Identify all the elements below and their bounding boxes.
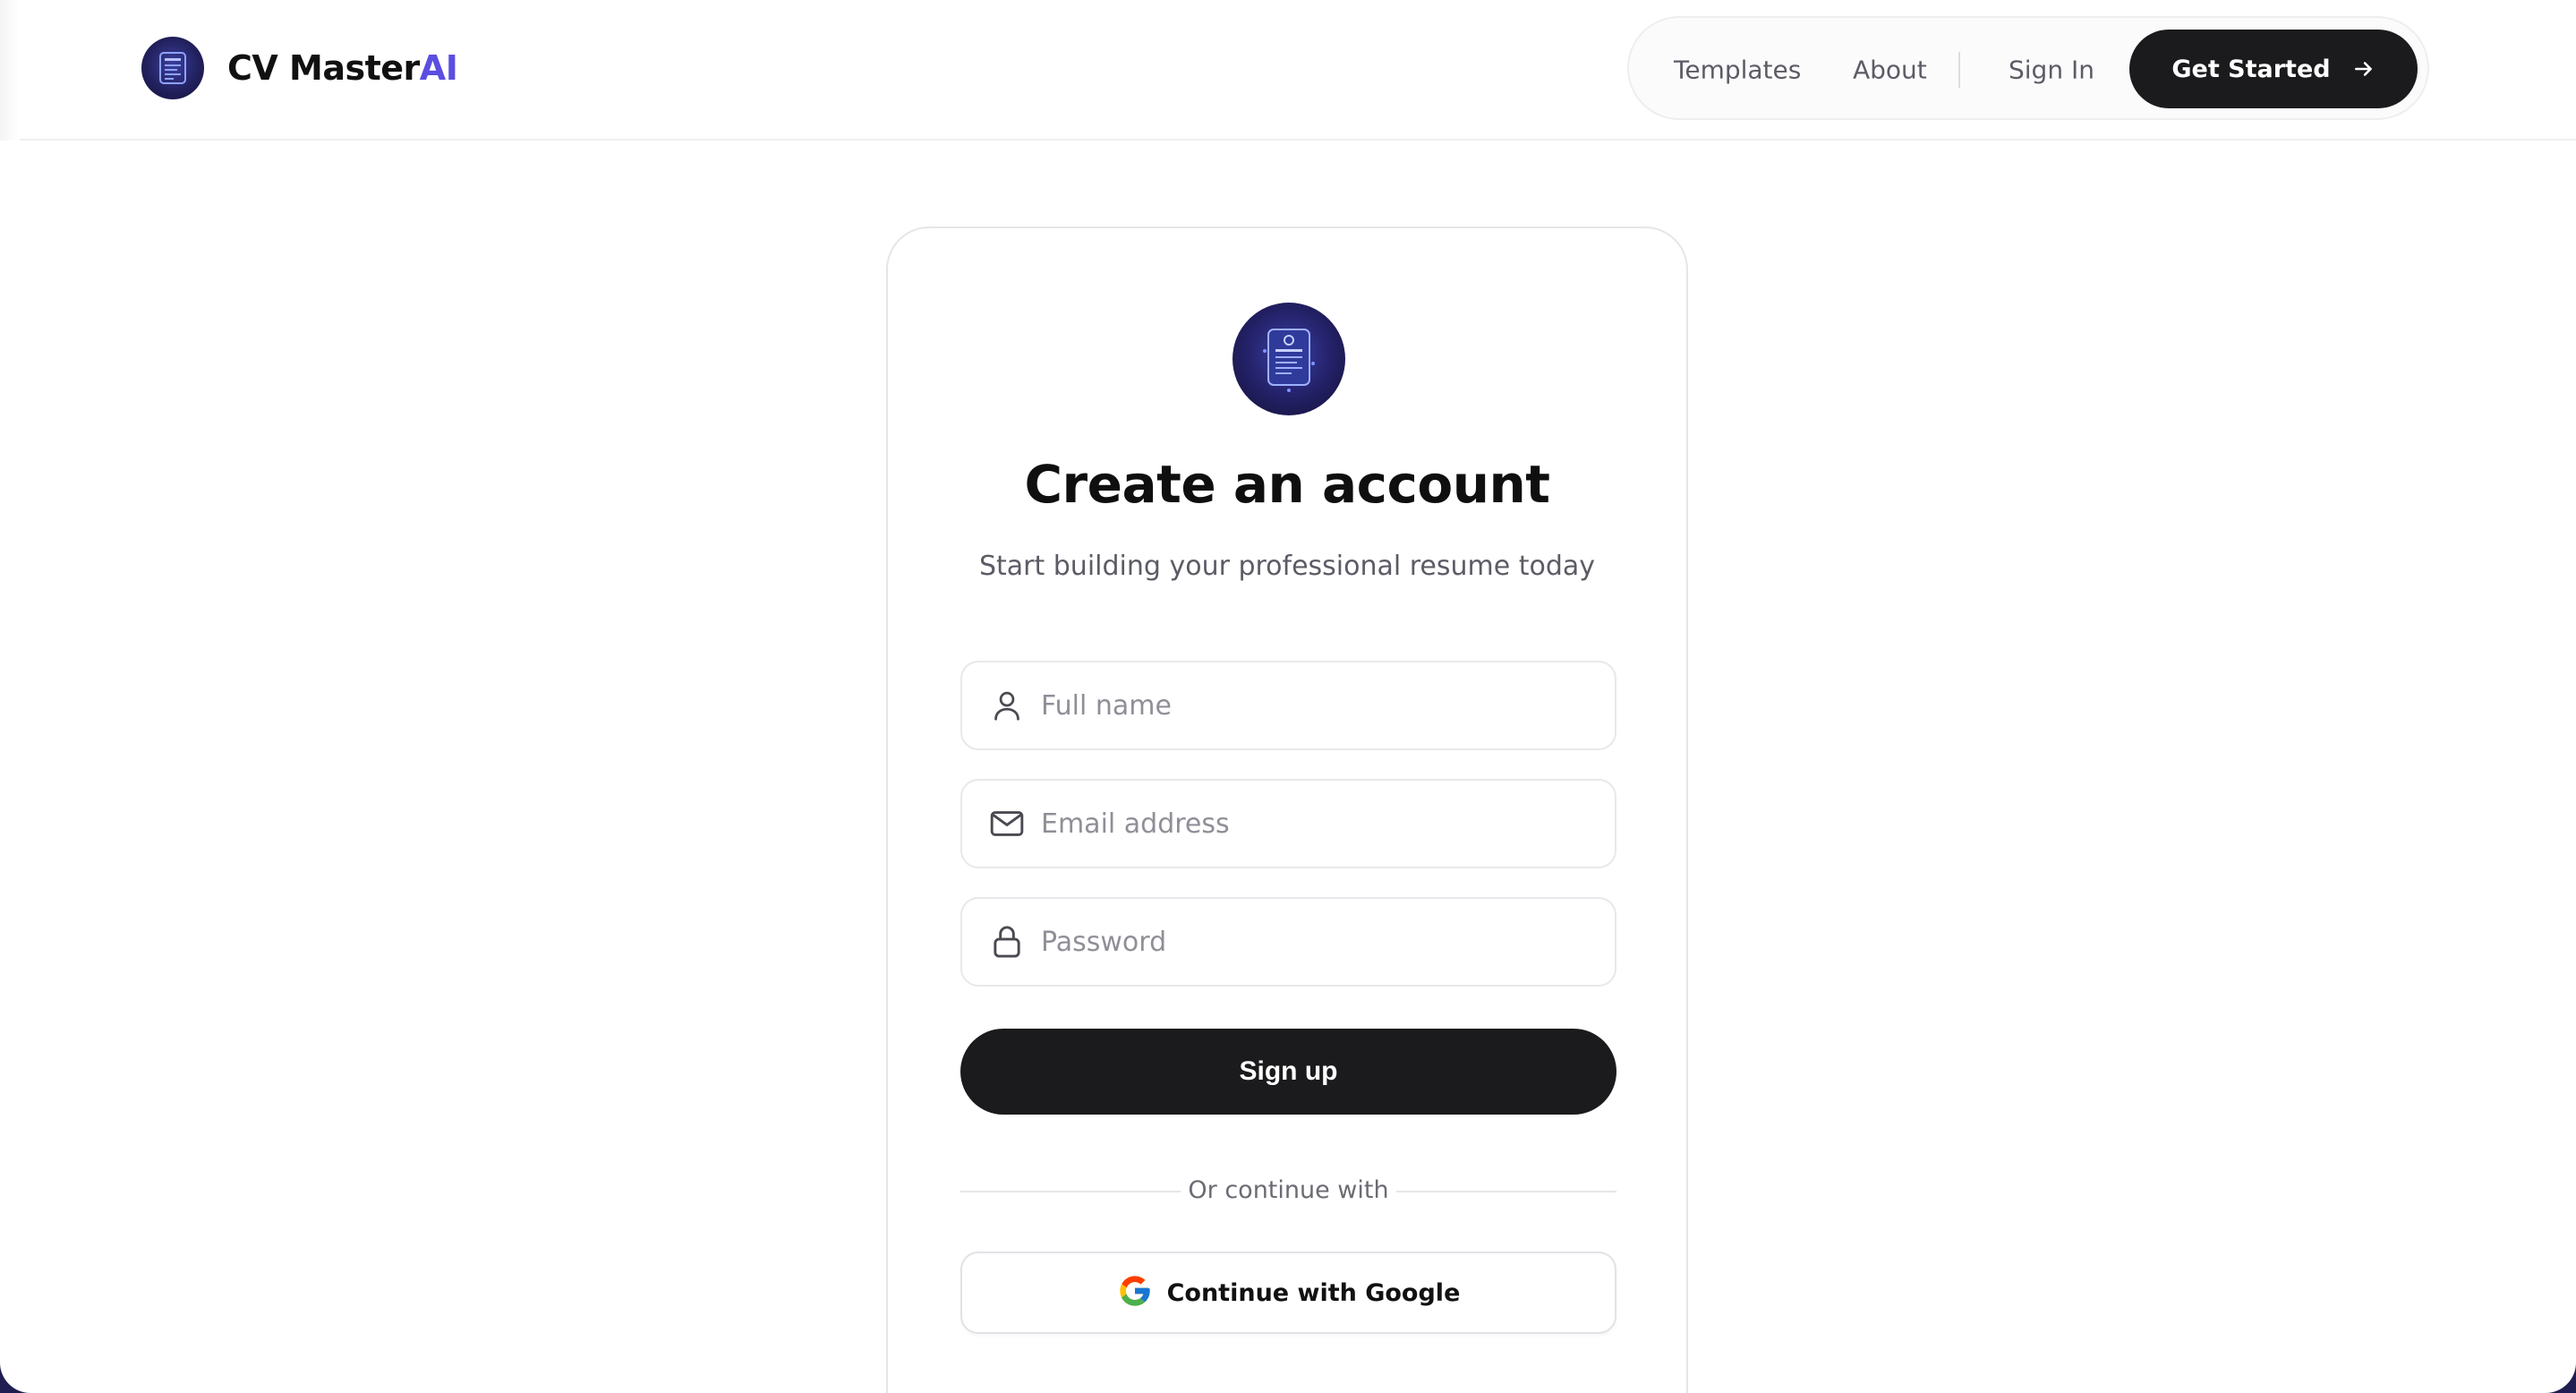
arrow-right-icon bbox=[2352, 57, 2376, 81]
user-icon bbox=[989, 688, 1025, 723]
get-started-button[interactable]: Get Started bbox=[2129, 30, 2418, 108]
nav-divider bbox=[1958, 52, 1960, 88]
lock-icon bbox=[989, 924, 1025, 960]
continue-with-google-button[interactable]: Continue with Google bbox=[960, 1252, 1616, 1334]
nav-about-link[interactable]: About bbox=[1853, 56, 1927, 85]
or-continue-divider: Or continue with bbox=[960, 1173, 1616, 1209]
brand-name: CV MasterAI bbox=[227, 48, 458, 88]
google-button-label: Continue with Google bbox=[1166, 1278, 1461, 1307]
signup-card: Create an account Start building your pr… bbox=[886, 226, 1688, 1393]
nav-sign-in-link[interactable]: Sign In bbox=[2009, 56, 2094, 85]
google-icon bbox=[1117, 1273, 1153, 1312]
header-edge-shade bbox=[0, 0, 20, 141]
app-window: CV MasterAI Templates About Sign In Get … bbox=[0, 0, 2576, 1393]
full-name-field[interactable] bbox=[960, 661, 1616, 750]
password-field[interactable] bbox=[960, 897, 1616, 987]
full-name-input[interactable] bbox=[1041, 662, 1596, 748]
brand-name-accent: AI bbox=[419, 48, 458, 88]
password-input[interactable] bbox=[1041, 899, 1596, 985]
email-input[interactable] bbox=[1041, 781, 1596, 867]
page-title: Create an account bbox=[1024, 454, 1550, 515]
divider-text: Or continue with bbox=[1188, 1176, 1389, 1204]
mail-icon bbox=[989, 806, 1025, 842]
get-started-label: Get Started bbox=[2171, 55, 2331, 83]
brand[interactable]: CV MasterAI bbox=[141, 36, 458, 100]
email-field[interactable] bbox=[960, 779, 1616, 868]
nav-pill: Templates About Sign In Get Started bbox=[1627, 16, 2429, 120]
nav-templates-link[interactable]: Templates bbox=[1674, 56, 1801, 85]
brand-name-main: CV Master bbox=[227, 48, 420, 88]
resume-document-icon bbox=[141, 37, 204, 99]
sign-up-button[interactable]: Sign up bbox=[960, 1029, 1616, 1115]
top-navbar: CV MasterAI Templates About Sign In Get … bbox=[0, 0, 2576, 141]
resume-document-icon bbox=[1233, 303, 1345, 415]
page-subtitle: Start building your professional resume … bbox=[978, 551, 1596, 582]
